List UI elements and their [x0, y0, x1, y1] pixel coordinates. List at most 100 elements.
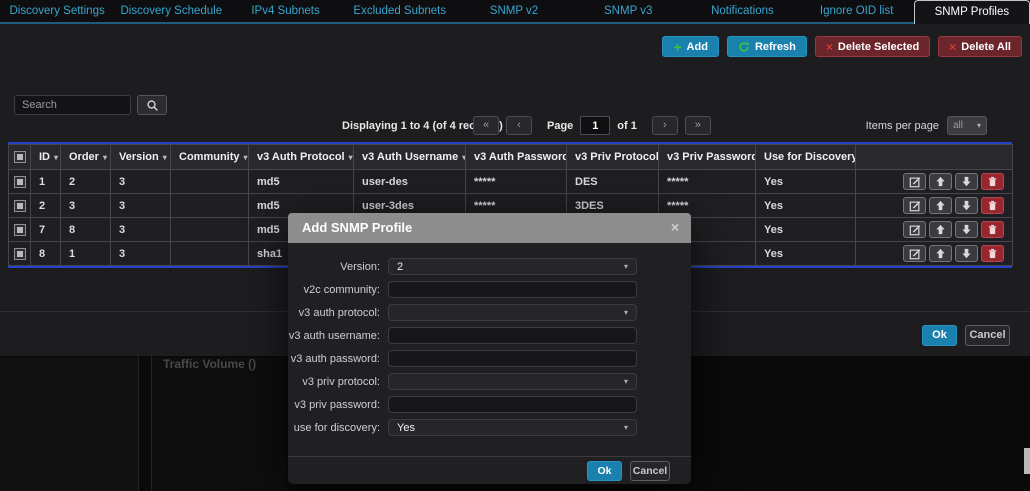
cell-auth-protocol: md5 — [249, 170, 354, 194]
close-icon[interactable]: × — [671, 219, 679, 235]
tab-notifications[interactable]: Notifications — [685, 0, 799, 24]
tab-snmp-v2[interactable]: SNMP v2 — [457, 0, 571, 24]
delete-row-button[interactable] — [981, 221, 1004, 238]
delete-row-button[interactable] — [981, 245, 1004, 262]
cell-use-for-discovery: Yes — [756, 194, 856, 218]
table-row: 1 2 3 md5 user-des ***** DES ***** Yes — [9, 170, 1013, 194]
dashboard-panel-title: Traffic Volume () — [163, 357, 256, 371]
delete-row-button[interactable] — [981, 197, 1004, 214]
chevron-down-icon: ▾ — [624, 262, 628, 271]
app-window: Discovery Settings Discovery Schedule IP… — [0, 0, 1030, 491]
tab-snmp-profiles[interactable]: SNMP Profiles — [914, 0, 1030, 24]
modal-ok-button[interactable]: Ok — [587, 461, 622, 481]
refresh-button[interactable]: Refresh — [727, 36, 807, 57]
cell-order: 3 — [61, 194, 111, 218]
cell-id: 1 — [31, 170, 61, 194]
tab-bar: Discovery Settings Discovery Schedule IP… — [0, 0, 1030, 24]
modal-header[interactable]: Add SNMP Profile × — [288, 213, 691, 243]
dashboard-panel — [0, 358, 138, 491]
move-up-button[interactable] — [929, 197, 952, 214]
tab-discovery-settings[interactable]: Discovery Settings — [0, 0, 114, 24]
cell-version: 3 — [111, 242, 171, 266]
sort-arrow-icon: ▾ — [54, 153, 58, 162]
v3-priv-password-input[interactable] — [388, 396, 637, 413]
page-number-input[interactable] — [580, 116, 610, 135]
header-version[interactable]: Version▾ — [111, 145, 171, 170]
header-v3-auth-username[interactable]: v3 Auth Username▾ — [354, 145, 466, 170]
move-down-button[interactable] — [955, 245, 978, 262]
scrollbar-thumb[interactable] — [1024, 448, 1030, 474]
header-v3-priv-protocol[interactable]: v3 Priv Protocol▾ — [567, 145, 659, 170]
delete-all-button[interactable]: × Delete All — [938, 36, 1022, 57]
v3-auth-username-input[interactable] — [388, 327, 637, 344]
version-select[interactable]: 2 ▾ — [388, 258, 637, 275]
table-header-row: ID▾ Order▾ Version▾ Community▾ v3 Auth P… — [9, 145, 1013, 170]
header-id[interactable]: ID▾ — [31, 145, 61, 170]
edit-button[interactable] — [903, 245, 926, 262]
items-per-page: Items per page all ▾ — [866, 116, 987, 135]
tab-excluded-subnets[interactable]: Excluded Subnets — [343, 0, 457, 24]
row-checkbox[interactable] — [14, 200, 26, 212]
edit-button[interactable] — [903, 173, 926, 190]
modal-cancel-button[interactable]: Cancel — [630, 461, 670, 481]
use-for-discovery-select[interactable]: Yes ▾ — [388, 419, 637, 436]
move-up-button[interactable] — [929, 245, 952, 262]
v3-auth-protocol-label: v3 auth protocol: — [288, 307, 380, 319]
prev-page-button[interactable]: ‹ — [506, 116, 532, 135]
move-down-button[interactable] — [955, 221, 978, 238]
move-up-button[interactable] — [929, 221, 952, 238]
header-use-for-discovery[interactable]: Use for Discovery▾ — [756, 145, 856, 170]
delete-selected-label: Delete Selected — [838, 41, 919, 53]
tab-ipv4-subnets[interactable]: IPv4 Subnets — [228, 0, 342, 24]
v2c-community-input[interactable] — [388, 281, 637, 298]
header-v3-priv-password[interactable]: v3 Priv Password▾ — [659, 145, 756, 170]
row-actions — [856, 194, 1013, 218]
cell-community — [171, 194, 249, 218]
header-v3-auth-password[interactable]: v3 Auth Password▾ — [466, 145, 567, 170]
sort-arrow-icon: ▾ — [103, 153, 107, 162]
header-v3-auth-protocol[interactable]: v3 Auth Protocol▾ — [249, 145, 354, 170]
add-button[interactable]: + Add — [662, 36, 719, 57]
page-of-label: of 1 — [617, 120, 637, 132]
move-up-button[interactable] — [929, 173, 952, 190]
v3-auth-password-input[interactable] — [388, 350, 637, 367]
tab-discovery-schedule[interactable]: Discovery Schedule — [114, 0, 228, 24]
panel-cancel-button[interactable]: Cancel — [965, 325, 1010, 346]
search-button[interactable] — [137, 95, 167, 115]
chevron-down-icon: ▾ — [624, 308, 628, 317]
items-per-page-value: all — [953, 120, 963, 131]
page-label: Page — [547, 120, 573, 132]
last-page-button[interactable]: » — [685, 116, 711, 135]
cell-community — [171, 242, 249, 266]
items-per-page-select[interactable]: all ▾ — [947, 116, 987, 135]
cell-order: 2 — [61, 170, 111, 194]
row-checkbox[interactable] — [14, 248, 26, 260]
panel-ok-button[interactable]: Ok — [922, 325, 957, 346]
v3-auth-protocol-select[interactable]: ▾ — [388, 304, 637, 321]
next-page-button[interactable]: › — [652, 116, 678, 135]
use-for-discovery-label: use for discovery: — [288, 422, 380, 434]
edit-button[interactable] — [903, 221, 926, 238]
tab-ignore-oid-list[interactable]: Ignore OID list — [800, 0, 914, 24]
tab-snmp-v3[interactable]: SNMP v3 — [571, 0, 685, 24]
first-page-button[interactable]: « — [473, 116, 499, 135]
refresh-button-label: Refresh — [755, 41, 796, 53]
sort-arrow-icon: ▾ — [163, 153, 167, 162]
v3-priv-protocol-select[interactable]: ▾ — [388, 373, 637, 390]
row-checkbox[interactable] — [14, 176, 26, 188]
search-icon — [146, 99, 159, 112]
select-all-checkbox[interactable] — [14, 151, 26, 163]
items-per-page-label: Items per page — [866, 120, 939, 132]
move-down-button[interactable] — [955, 173, 978, 190]
delete-selected-button[interactable]: × Delete Selected — [815, 36, 930, 57]
move-down-button[interactable] — [955, 197, 978, 214]
header-community[interactable]: Community▾ — [171, 145, 249, 170]
add-button-label: Add — [687, 41, 708, 53]
header-order[interactable]: Order▾ — [61, 145, 111, 170]
search-input[interactable] — [14, 95, 131, 115]
delete-row-button[interactable] — [981, 173, 1004, 190]
cell-priv-password: ***** — [659, 170, 756, 194]
edit-button[interactable] — [903, 197, 926, 214]
row-checkbox[interactable] — [14, 224, 26, 236]
cell-id: 2 — [31, 194, 61, 218]
